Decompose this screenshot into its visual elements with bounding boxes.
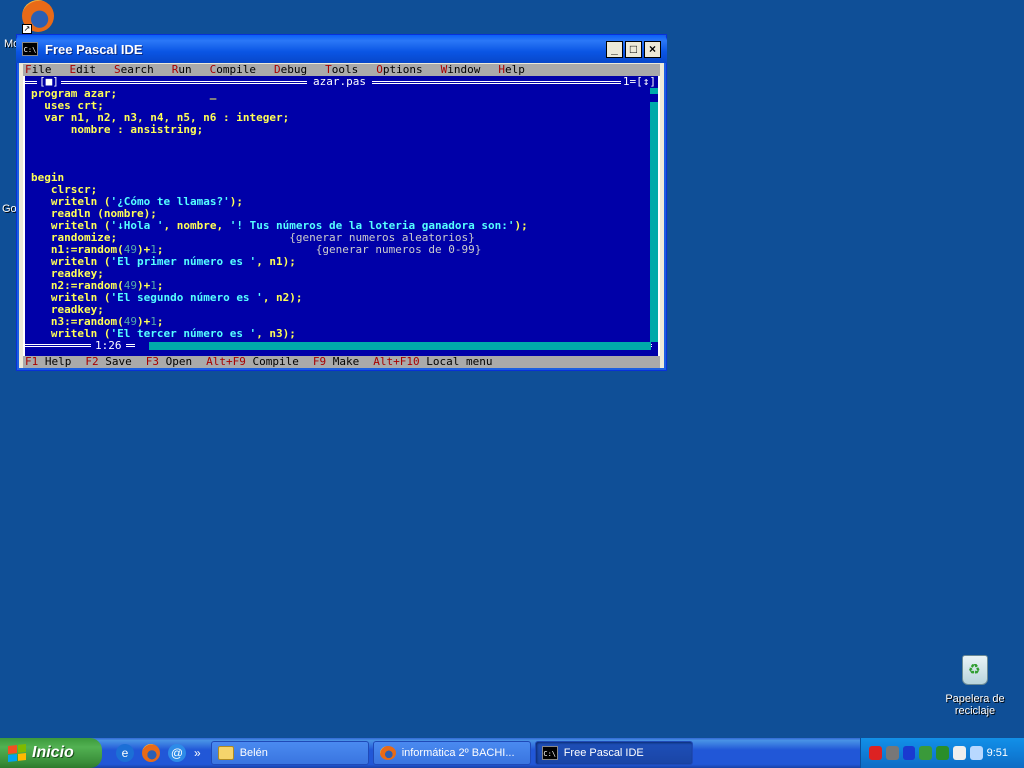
start-label: Inicio (32, 744, 74, 761)
recycle-bin[interactable]: Papelera de reciclaje (938, 655, 1012, 717)
taskbar-button-label: Belén (239, 747, 268, 759)
menu-item-edit[interactable]: Edit (70, 64, 97, 76)
maximize-button[interactable]: □ (625, 40, 642, 58)
taskbar-button-label: informática 2º BACHI... (401, 747, 515, 759)
menu-item-options[interactable]: Options (376, 64, 422, 76)
status-item-help[interactable]: F1 Help (25, 356, 71, 368)
status-item-make[interactable]: F9 Make (313, 356, 359, 368)
status-item-save[interactable]: F2 Save (85, 356, 131, 368)
network-icon[interactable] (885, 746, 899, 760)
security-shield-icon[interactable] (869, 746, 882, 760)
window-titlebar[interactable]: C:\ Free Pascal IDE _ □ × (16, 35, 667, 63)
desktop-icon-label-fragment: Go (2, 203, 17, 215)
quick-launch-more-icon[interactable]: » (194, 746, 201, 760)
cursor-position: 1:26 (91, 340, 126, 352)
editor-window-number[interactable]: 1=[↕] (620, 76, 658, 88)
bluetooth-icon[interactable] (902, 746, 916, 760)
status-item-compile[interactable]: Alt+F9 Compile (206, 356, 299, 368)
minimize-button[interactable]: _ (606, 40, 623, 58)
console-icon: C:\ (541, 746, 558, 760)
code-line: writeln ('El primer número es ', n1); (31, 255, 296, 268)
code-line: writeln ('El segundo número es ', n2); (31, 291, 303, 304)
update-icon[interactable] (919, 746, 933, 760)
task-buttons: Belén informática 2º BACHI... C:\ Free Pasc… (210, 741, 697, 765)
horizontal-scrollbar[interactable] (135, 342, 651, 350)
taskbar-button[interactable]: informática 2º BACHI... (372, 741, 531, 765)
vertical-scrollbar[interactable] (650, 88, 658, 342)
ide-window: C:\ Free Pascal IDE _ □ × File Edit Search… (16, 34, 667, 371)
volume-icon[interactable] (952, 746, 966, 760)
recycle-bin-icon (962, 655, 988, 685)
recycle-bin-label-line2: reciclaje (954, 705, 996, 717)
scrollbar-thumb[interactable] (135, 342, 149, 350)
menu-item-run[interactable]: Run (172, 64, 192, 76)
messenger-status-icon[interactable] (969, 746, 983, 760)
firefox-icon (379, 746, 396, 760)
taskbar-button-label: Free Pascal IDE (563, 747, 644, 759)
editor-frame-bottom: 1:26 (25, 340, 660, 354)
menu-item-window[interactable]: Window (441, 64, 481, 76)
internet-explorer-icon[interactable]: e (116, 744, 134, 762)
menu-item-help[interactable]: Help (498, 64, 525, 76)
firefox-icon[interactable] (142, 744, 160, 762)
ide-statusbar: F1 Help F2 Save F3 Open Alt+F9 Compile F9 Ma… (23, 356, 660, 368)
status-item-local-menu[interactable]: Alt+F10 Local menu (373, 356, 492, 368)
editor-window: [■] azar.pas 1=[↕] program azar; _ uses … (23, 76, 660, 356)
taskbar-button[interactable]: Belén (210, 741, 369, 765)
system-tray: 9:51 (860, 738, 1024, 768)
start-button[interactable]: Inicio (0, 738, 102, 768)
code-line: program azar; _ (31, 87, 217, 100)
editor-filename: azar.pas (307, 76, 372, 88)
code-line: nombre : ansistring; (31, 123, 204, 136)
window-title: Free Pascal IDE (45, 41, 143, 57)
ide-console: File Edit Search Run Compile Debug Tools Option… (23, 64, 660, 368)
status-item-open[interactable]: F3 Open (146, 356, 192, 368)
windows-flag-icon (8, 744, 26, 762)
taskbar-button[interactable]: C:\ Free Pascal IDE (534, 741, 693, 765)
code-line: writeln ('El tercer número es ', n3); (31, 327, 296, 340)
menu-item-compile[interactable]: Compile (210, 64, 256, 76)
quick-launch: e @ » (102, 744, 211, 762)
menu-item-search[interactable]: Search (114, 64, 154, 76)
recycle-bin-label-line1: Papelera de (945, 693, 1005, 705)
firefox-shortcut-icon[interactable]: ↗ (22, 0, 56, 34)
messenger-icon[interactable]: @ (168, 744, 186, 762)
shortcut-arrow-icon: ↗ (22, 24, 32, 34)
folder-icon (217, 746, 234, 760)
code-editor[interactable]: program azar; _ uses crt; var n1, n2, n3… (31, 88, 651, 340)
scrollbar-thumb[interactable] (650, 94, 658, 102)
code-line: begin (31, 171, 65, 184)
taskbar: Inicio e @ » Belén informática 2º BACHI..… (0, 738, 1024, 768)
menu-item-debug[interactable]: Debug (274, 64, 307, 76)
console-icon[interactable]: C:\ (22, 42, 38, 56)
antivirus-icon[interactable] (936, 746, 949, 760)
clock[interactable]: 9:51 (987, 747, 1008, 759)
close-button[interactable]: × (644, 40, 661, 58)
